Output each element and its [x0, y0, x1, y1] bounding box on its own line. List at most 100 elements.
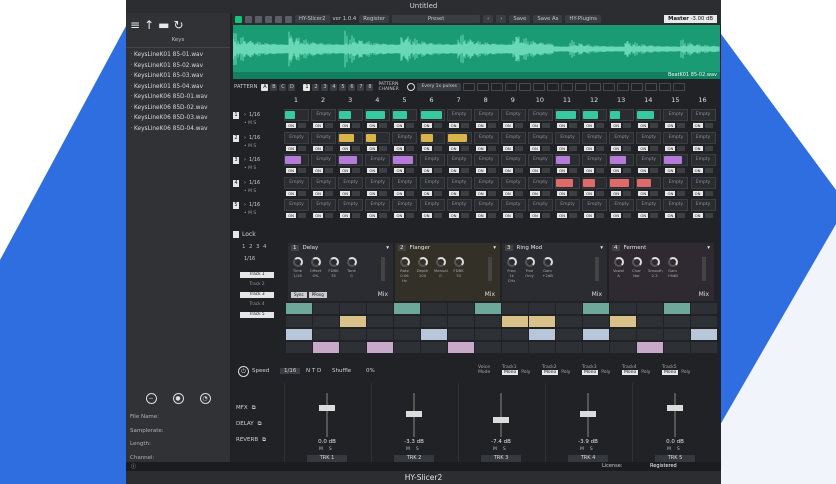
pattern-bank-a[interactable]: A: [261, 83, 269, 91]
track-playback-controls[interactable]: › 1/16: [244, 157, 260, 163]
voice-mode-toggle[interactable]: Mono Poly: [502, 370, 533, 375]
step-menu-button[interactable]: [623, 168, 632, 173]
fader-handle[interactable]: [580, 411, 596, 417]
fx-track-button[interactable]: Track 4: [240, 302, 274, 308]
step-on-toggle[interactable]: ON: [313, 168, 324, 173]
fx-step-cell[interactable]: [313, 329, 339, 340]
fx-step-cell[interactable]: [448, 342, 474, 353]
fx-step-cell[interactable]: [637, 303, 663, 314]
refresh-icon[interactable]: ↻: [173, 18, 183, 32]
chain-slot[interactable]: [505, 83, 518, 91]
fx-step-cell[interactable]: [664, 342, 690, 353]
step-menu-button[interactable]: [650, 190, 659, 196]
step-cell[interactable]: Empty ON: [473, 176, 499, 199]
step-on-toggle[interactable]: ON: [475, 213, 486, 218]
send-button[interactable]: MFX ⧉: [236, 405, 276, 415]
step-on-toggle[interactable]: ON: [665, 123, 676, 128]
step-on-toggle[interactable]: ON: [692, 123, 703, 128]
step-menu-button[interactable]: [704, 213, 713, 218]
fx-knob[interactable]: Fine Only: [523, 257, 536, 283]
pattern-bank-c[interactable]: C: [279, 83, 287, 91]
step-on-toggle[interactable]: ON: [394, 190, 405, 196]
step-menu-button[interactable]: [352, 123, 361, 128]
step-menu-button[interactable]: [514, 190, 523, 196]
step-on-toggle[interactable]: ON: [584, 168, 595, 173]
fx-step-cell[interactable]: [286, 329, 312, 340]
step-on-toggle[interactable]: ON: [286, 145, 296, 151]
track-number[interactable]: 5: [233, 202, 239, 209]
fx-step-cell[interactable]: [583, 342, 609, 353]
fx-knob[interactable]: Manual 0: [434, 257, 448, 283]
step-cell[interactable]: ON: [338, 154, 364, 176]
file-item[interactable]: · KeysLineK01 85-02.wav: [129, 63, 227, 74]
step-on-toggle[interactable]: ON: [448, 123, 459, 128]
fx-tab-4[interactable]: 4: [263, 244, 267, 250]
step-cell[interactable]: Empty ON: [663, 199, 689, 221]
step-on-toggle[interactable]: ON: [502, 123, 513, 128]
step-menu-button[interactable]: [569, 123, 577, 128]
fx-step-cell[interactable]: [394, 316, 420, 327]
step-cell[interactable]: Empty ON: [338, 199, 364, 221]
step-on-toggle[interactable]: ON: [448, 213, 459, 218]
solo-button[interactable]: S: [329, 447, 332, 452]
voice-mode-toggle[interactable]: Mono Poly: [582, 370, 613, 375]
fx-tab-1[interactable]: 1: [242, 244, 246, 250]
step-on-toggle[interactable]: ON: [367, 213, 378, 218]
preset-prev-button[interactable]: ‹: [483, 15, 494, 23]
step-cell[interactable]: Empty ON: [636, 131, 662, 154]
fx-knob[interactable]: FDBK 35: [327, 257, 340, 278]
step-menu-button[interactable]: [406, 145, 415, 151]
track-mute-solo[interactable]: • M S: [244, 121, 256, 126]
step-on-toggle[interactable]: ON: [340, 168, 351, 173]
step-menu-button[interactable]: [406, 168, 415, 173]
play-direction-icon[interactable]: ›: [244, 135, 246, 141]
fx-step-cell[interactable]: [637, 342, 663, 353]
step-on-toggle[interactable]: ON: [638, 168, 649, 173]
play-direction-icon[interactable]: ›: [244, 157, 246, 163]
fx-knob[interactable]: Gain +6dB: [666, 257, 679, 278]
step-cell[interactable]: Empty ON: [527, 131, 553, 154]
step-menu-button[interactable]: [677, 213, 686, 218]
file-item[interactable]: · KeysLineK01 85-03.wav: [129, 73, 227, 84]
step-cell[interactable]: ON: [636, 176, 662, 199]
send-button[interactable]: REVERB ⧉: [236, 437, 276, 447]
step-menu-button[interactable]: [433, 190, 442, 196]
fx-step-cell[interactable]: [502, 342, 528, 353]
step-cell[interactable]: ON: [446, 131, 472, 154]
step-on-toggle[interactable]: ON: [340, 213, 351, 218]
play-direction-icon[interactable]: ›: [244, 202, 246, 208]
step-menu-button[interactable]: [379, 168, 388, 173]
step-cell[interactable]: Empty ON: [392, 131, 418, 154]
fx-name[interactable]: Flanger: [410, 245, 431, 251]
knob-dial[interactable]: [631, 257, 642, 267]
step-menu-button[interactable]: [460, 213, 469, 218]
fx-step-cell[interactable]: [286, 303, 312, 314]
step-menu-button[interactable]: [650, 213, 659, 218]
knob-dial[interactable]: [417, 257, 428, 267]
step-cell[interactable]: Empty ON: [663, 109, 689, 131]
mono-button[interactable]: Mono: [622, 370, 639, 375]
step-cell[interactable]: ON: [419, 131, 445, 154]
pattern-slot-8[interactable]: 8: [366, 83, 374, 91]
step-menu-button[interactable]: [677, 168, 686, 173]
step-menu-button[interactable]: [433, 123, 442, 128]
step-on-toggle[interactable]: ON: [448, 145, 459, 151]
step-menu-button[interactable]: [406, 213, 415, 218]
step-on-toggle[interactable]: ON: [692, 213, 703, 218]
track-rate[interactable]: 1/16: [249, 202, 260, 208]
step-on-toggle[interactable]: ON: [557, 123, 567, 128]
knob-dial[interactable]: [328, 257, 339, 267]
lock-icon[interactable]: [275, 15, 282, 23]
pattern-slot-2[interactable]: 2: [312, 83, 320, 91]
step-on-toggle[interactable]: ON: [394, 145, 405, 151]
chevron-down-icon[interactable]: ▾: [493, 245, 496, 251]
step-cell[interactable]: Empty ON: [636, 154, 662, 176]
step-cell[interactable]: Empty ON: [690, 199, 716, 221]
step-cell[interactable]: Empty ON: [582, 154, 608, 176]
step-on-toggle[interactable]: ON: [340, 190, 351, 196]
chain-slot[interactable]: [575, 83, 588, 91]
step-menu-button[interactable]: [596, 123, 605, 128]
track-playback-controls[interactable]: › 1/16: [244, 180, 260, 186]
play-direction-icon[interactable]: ›: [244, 180, 246, 186]
step-cell[interactable]: Empty ON: [609, 131, 635, 154]
